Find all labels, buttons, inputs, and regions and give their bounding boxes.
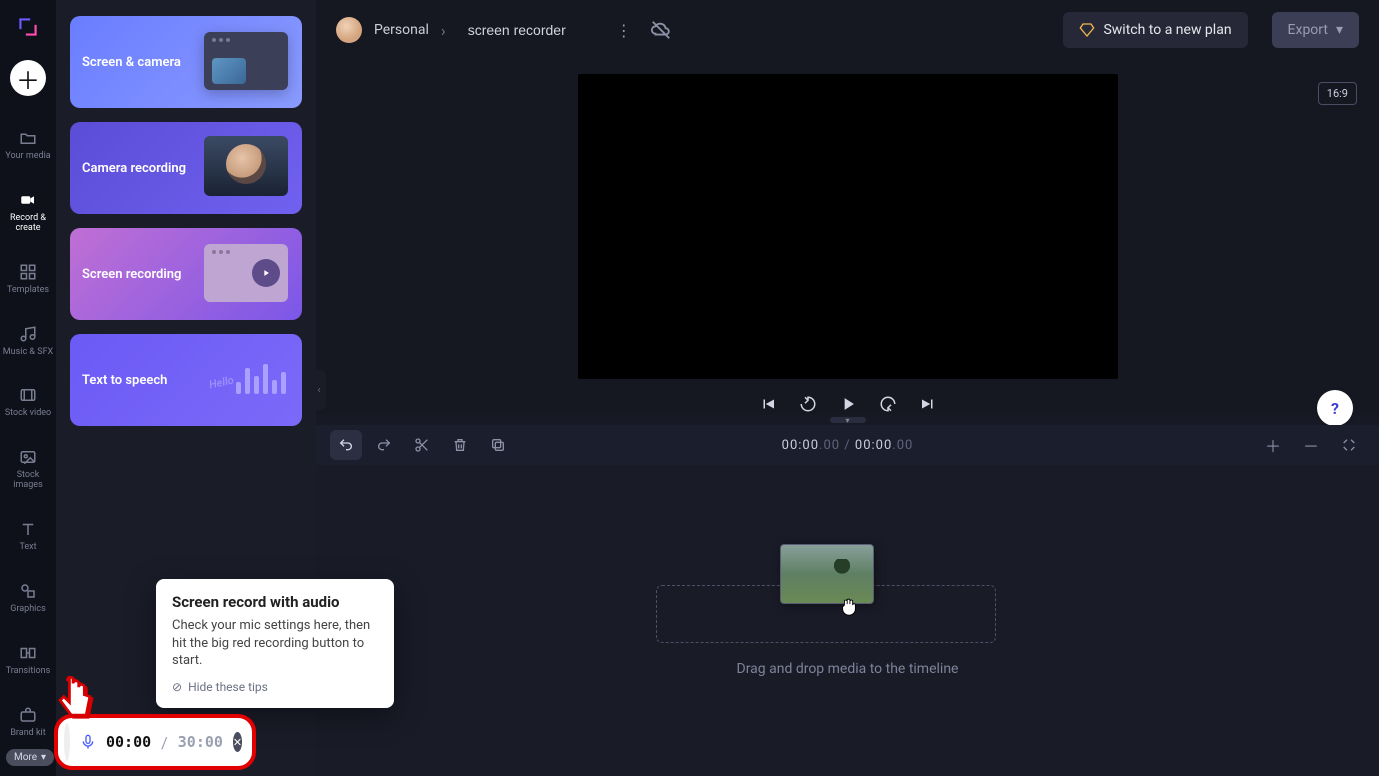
callout-pointer-icon [52, 676, 98, 732]
chevron-right-icon: › [441, 21, 446, 40]
topbar: Personal › ⋮ Switch to a new plan Export… [316, 0, 1379, 60]
rail-record-create[interactable]: Record & create [0, 188, 56, 236]
duplicate-button[interactable] [482, 430, 514, 460]
play-button[interactable] [837, 393, 859, 415]
image-icon [18, 447, 38, 467]
tts-hello-label: Hello [208, 374, 235, 392]
delete-button[interactable] [444, 430, 476, 460]
rail-graphics[interactable]: Graphics [0, 579, 56, 617]
recorder-limit: 30:00 [178, 733, 223, 751]
screen-preview-icon [204, 244, 288, 302]
play-chip-icon [252, 259, 280, 287]
rail-music[interactable]: Music & SFX [0, 322, 56, 360]
cloud-off-icon[interactable] [650, 19, 672, 41]
timeline-toolbar: 00:00.00 / 00:00.00 ＋ － [316, 425, 1379, 465]
main-area: Personal › ⋮ Switch to a new plan Export… [316, 0, 1379, 776]
rewind-button[interactable] [797, 393, 819, 415]
rail-templates[interactable]: Templates [0, 260, 56, 298]
briefcase-icon [18, 705, 38, 725]
project-name-input[interactable] [458, 16, 598, 44]
window-preview-icon [204, 32, 288, 90]
project-menu-button[interactable]: ⋮ [610, 21, 638, 40]
preview-stage: 16:9 ? [316, 60, 1379, 415]
diamond-icon [1079, 22, 1095, 38]
timeline[interactable]: Drag and drop media to the timeline [316, 465, 1379, 776]
card-screen-and-camera[interactable]: Screen & camera [70, 16, 302, 108]
grid-icon [18, 262, 38, 282]
undo-button[interactable] [330, 430, 362, 460]
avatar[interactable] [336, 17, 362, 43]
switch-plan-button[interactable]: Switch to a new plan [1063, 12, 1247, 48]
timecode-display: 00:00.00 / 00:00.00 [782, 438, 914, 453]
redo-button[interactable] [368, 430, 400, 460]
card-text-to-speech[interactable]: Text to speech Hello [70, 334, 302, 426]
add-button[interactable]: ＋ [10, 60, 46, 96]
left-rail: ＋ Your media Record & create Templates M… [0, 0, 56, 776]
rail-more[interactable]: More▾ [6, 749, 54, 766]
tooltip-hide-button[interactable]: ⊘ Hide these tips [172, 680, 378, 694]
microphone-button[interactable] [80, 732, 96, 752]
rail-stock-images[interactable]: Stock images [0, 445, 56, 493]
transition-icon [18, 643, 38, 663]
recorder-elapsed: 00:00 [106, 733, 151, 751]
film-icon [18, 385, 38, 405]
skip-end-button[interactable] [917, 393, 939, 415]
help-button[interactable]: ? [1317, 390, 1353, 426]
workspace-breadcrumb[interactable]: Personal [374, 22, 429, 38]
export-button[interactable]: Export▾ [1272, 12, 1359, 48]
rail-transitions[interactable]: Transitions [0, 641, 56, 679]
forward-button[interactable] [877, 393, 899, 415]
shapes-icon [18, 581, 38, 601]
folder-icon [18, 128, 38, 148]
skip-start-button[interactable] [757, 393, 779, 415]
timeline-drop-label: Drag and drop media to the timeline [316, 661, 1379, 677]
waveform-icon [236, 364, 286, 394]
tooltip-body: Check your mic settings here, then hit t… [172, 617, 378, 670]
rail-stock-video[interactable]: Stock video [0, 383, 56, 421]
rail-your-media[interactable]: Your media [0, 126, 56, 164]
music-icon [18, 324, 38, 344]
zoom-fit-button[interactable] [1333, 430, 1365, 460]
rail-brand-kit[interactable]: Brand kit [0, 703, 56, 741]
camera-icon [18, 190, 38, 210]
zoom-in-button[interactable]: ＋ [1257, 430, 1289, 460]
rail-text[interactable]: Text [0, 517, 56, 555]
timeline-resize-handle[interactable]: ▾ [316, 415, 1379, 425]
tooltip-screen-record-audio: Screen record with audio Check your mic … [156, 579, 394, 708]
card-camera-recording[interactable]: Camera recording [70, 122, 302, 214]
chevron-down-icon: ▾ [41, 752, 46, 763]
recorder-close-button[interactable]: ✕ [233, 732, 242, 752]
zoom-out-button[interactable]: － [1295, 430, 1327, 460]
text-icon [18, 519, 38, 539]
split-button[interactable] [406, 430, 438, 460]
transport-controls [757, 393, 939, 415]
aspect-ratio-button[interactable]: 16:9 [1318, 82, 1357, 105]
app-logo [13, 12, 43, 42]
card-screen-recording[interactable]: Screen recording [70, 228, 302, 320]
face-preview-icon [204, 136, 288, 196]
slash-circle-icon: ⊘ [172, 680, 182, 694]
preview-canvas[interactable] [578, 74, 1118, 379]
grab-cursor-icon [838, 595, 860, 617]
tooltip-title: Screen record with audio [172, 593, 378, 611]
chevron-down-icon: ▾ [1336, 22, 1343, 38]
